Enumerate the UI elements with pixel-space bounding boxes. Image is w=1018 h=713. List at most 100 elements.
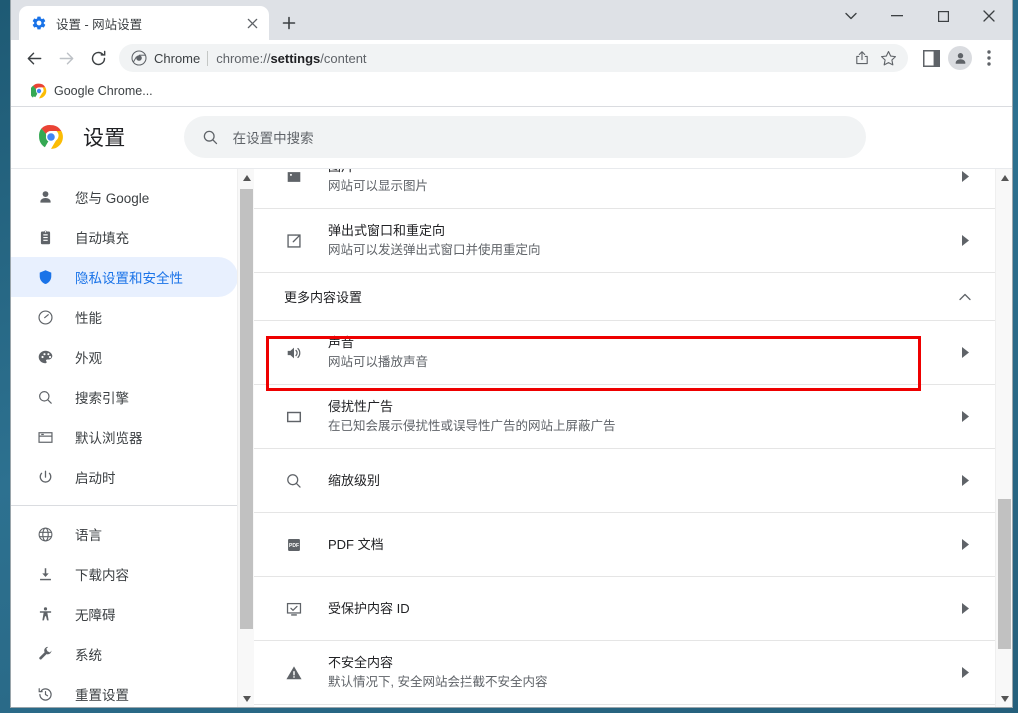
site-identity-chip[interactable]: Chrome: [131, 50, 209, 66]
sidebar-item-label: 您与 Google: [75, 191, 150, 206]
back-button[interactable]: [19, 43, 49, 73]
warning-triangle-icon: [284, 663, 304, 683]
row-title: 侵扰性广告: [328, 399, 394, 414]
chevron-right-icon[interactable]: [953, 235, 977, 246]
svg-text:PDF: PDF: [289, 543, 299, 549]
sidebar-item-label: 搜索引擎: [75, 391, 129, 406]
ad-window-icon: [284, 407, 304, 427]
sidebar-scrollbar[interactable]: [237, 169, 254, 707]
forward-button[interactable]: [51, 43, 81, 73]
sidebar-item-label: 隐私设置和安全性: [75, 271, 183, 286]
row-title: PDF 文档: [328, 536, 384, 552]
sidebar-item-appearance[interactable]: 外观: [11, 337, 238, 377]
page-title: 设置: [83, 127, 126, 150]
scrollbar-thumb[interactable]: [240, 189, 253, 629]
external-link-icon: [284, 231, 304, 251]
main-scrollbar[interactable]: [995, 169, 1012, 707]
sidebar-item-search-engine[interactable]: 搜索引擎: [11, 377, 238, 417]
url-host: settings: [270, 50, 321, 66]
chevron-right-icon[interactable]: [953, 475, 977, 486]
content-row-zoom-levels[interactable]: 缩放级别: [254, 449, 995, 513]
pdf-icon: PDF: [284, 535, 304, 555]
content-row-insecure-content[interactable]: 不安全内容 默认情况下, 安全网站会拦截不安全内容: [254, 641, 995, 705]
sidebar-item-on-startup[interactable]: 启动时: [11, 457, 238, 497]
star-icon[interactable]: [876, 46, 900, 70]
bookmarks-bar: Google Chrome...: [11, 76, 1012, 107]
content-row-popups-redirects[interactable]: 弹出式窗口和重定向 网站可以发送弹出式窗口并使用重定向: [254, 209, 995, 273]
sidebar-item-privacy-security[interactable]: 隐私设置和安全性: [11, 257, 238, 297]
sidebar-item-you-and-google[interactable]: 您与 Google: [11, 177, 238, 217]
browser-tab[interactable]: 设置 - 网站设置: [19, 6, 269, 40]
maximize-icon[interactable]: [920, 0, 966, 32]
power-icon: [35, 467, 55, 487]
row-title: 缩放级别: [328, 472, 381, 488]
sidebar-item-label: 启动时: [75, 471, 116, 486]
sidebar-item-performance[interactable]: 性能: [11, 297, 238, 337]
content-row-intrusive-ads[interactable]: 侵扰性广告 在已知会展示侵扰性或误导性广告的网站上屏蔽广告: [254, 385, 995, 449]
row-subtitle: 在已知会展示侵扰性或误导性广告的网站上屏蔽广告: [328, 419, 616, 433]
scrollbar-thumb[interactable]: [998, 499, 1011, 649]
address-bar[interactable]: Chrome chrome://settings/content: [119, 44, 908, 72]
bookmark-item[interactable]: Google Chrome...: [25, 80, 159, 102]
chevron-right-icon[interactable]: [953, 603, 977, 614]
chevron-right-icon[interactable]: [953, 171, 977, 182]
sidebar-item-reset-settings[interactable]: 重置设置: [11, 674, 238, 707]
content-row-sound[interactable]: 声音 网站可以播放声音: [254, 321, 995, 385]
chevron-down-icon[interactable]: [828, 0, 874, 32]
row-subtitle: 网站可以发送弹出式窗口并使用重定向: [328, 243, 541, 257]
content-settings-card: 图片 网站可以显示图片 弹出式窗口和重定向: [254, 169, 995, 707]
chevron-right-icon[interactable]: [953, 667, 977, 678]
bookmark-label: Google Chrome...: [54, 84, 153, 98]
chevron-right-icon[interactable]: [953, 411, 977, 422]
row-text: 受保护内容 ID: [328, 600, 953, 618]
sidebar-item-label: 外观: [75, 351, 102, 366]
chevron-right-icon[interactable]: [953, 347, 977, 358]
share-icon[interactable]: [850, 46, 874, 70]
sidebar-item-accessibility[interactable]: 无障碍: [11, 594, 238, 634]
sidebar-item-languages[interactable]: 语言: [11, 514, 238, 554]
chevron-up-icon[interactable]: [953, 293, 977, 301]
reload-button[interactable]: [83, 43, 113, 73]
scroll-up-arrow[interactable]: [238, 169, 254, 187]
section-header-more-content-settings[interactable]: 更多内容设置: [254, 273, 995, 321]
shield-icon: [35, 267, 55, 287]
sidebar-item-label: 下载内容: [75, 568, 129, 583]
omnibox-divider: [207, 50, 209, 66]
sidebar-item-system[interactable]: 系统: [11, 634, 238, 674]
search-input[interactable]: 在设置中搜索: [183, 116, 866, 158]
scroll-down-arrow[interactable]: [238, 690, 254, 707]
settings-header: 设置 在设置中搜索: [11, 107, 1012, 168]
row-text: PDF 文档: [328, 536, 953, 554]
search-icon: [202, 129, 219, 146]
side-panel-icon[interactable]: [916, 43, 946, 73]
three-dot-menu-icon[interactable]: [974, 43, 1004, 73]
sidebar-divider: [11, 505, 254, 506]
browser-window-icon: [35, 427, 55, 447]
url-scheme: chrome://: [216, 50, 271, 66]
url-path: /content: [320, 50, 367, 66]
content-row-protected-content-id[interactable]: 受保护内容 ID: [254, 577, 995, 641]
avatar[interactable]: [948, 46, 972, 70]
new-tab-button[interactable]: [275, 9, 303, 37]
minimize-icon[interactable]: [874, 0, 920, 32]
row-text: 声音 网站可以播放声音: [328, 334, 953, 371]
close-icon[interactable]: [966, 0, 1012, 32]
scroll-down-arrow[interactable]: [996, 690, 1012, 707]
row-text: 缩放级别: [328, 472, 953, 490]
scroll-up-arrow[interactable]: [996, 169, 1012, 187]
chevron-right-icon[interactable]: [953, 539, 977, 550]
browser-toolbar: Chrome chrome://settings/content: [11, 40, 1012, 76]
close-icon[interactable]: [243, 14, 261, 32]
sidebar-item-label: 语言: [75, 528, 102, 543]
row-title: 声音: [328, 335, 355, 350]
sidebar-item-default-browser[interactable]: 默认浏览器: [11, 417, 238, 457]
chrome-logo-icon: [38, 124, 64, 150]
row-title: 图片: [328, 169, 953, 176]
sidebar-item-downloads[interactable]: 下载内容: [11, 554, 238, 594]
row-text: 图片 网站可以显示图片: [328, 169, 953, 195]
sidebar-item-autofill[interactable]: 自动填充: [11, 217, 238, 257]
settings-main: 图片 网站可以显示图片 弹出式窗口和重定向: [254, 169, 1012, 707]
tab-strip: 设置 - 网站设置: [11, 0, 1012, 40]
content-row-pdf-documents[interactable]: PDF PDF 文档: [254, 513, 995, 577]
content-row-images[interactable]: 图片 网站可以显示图片: [254, 169, 995, 209]
